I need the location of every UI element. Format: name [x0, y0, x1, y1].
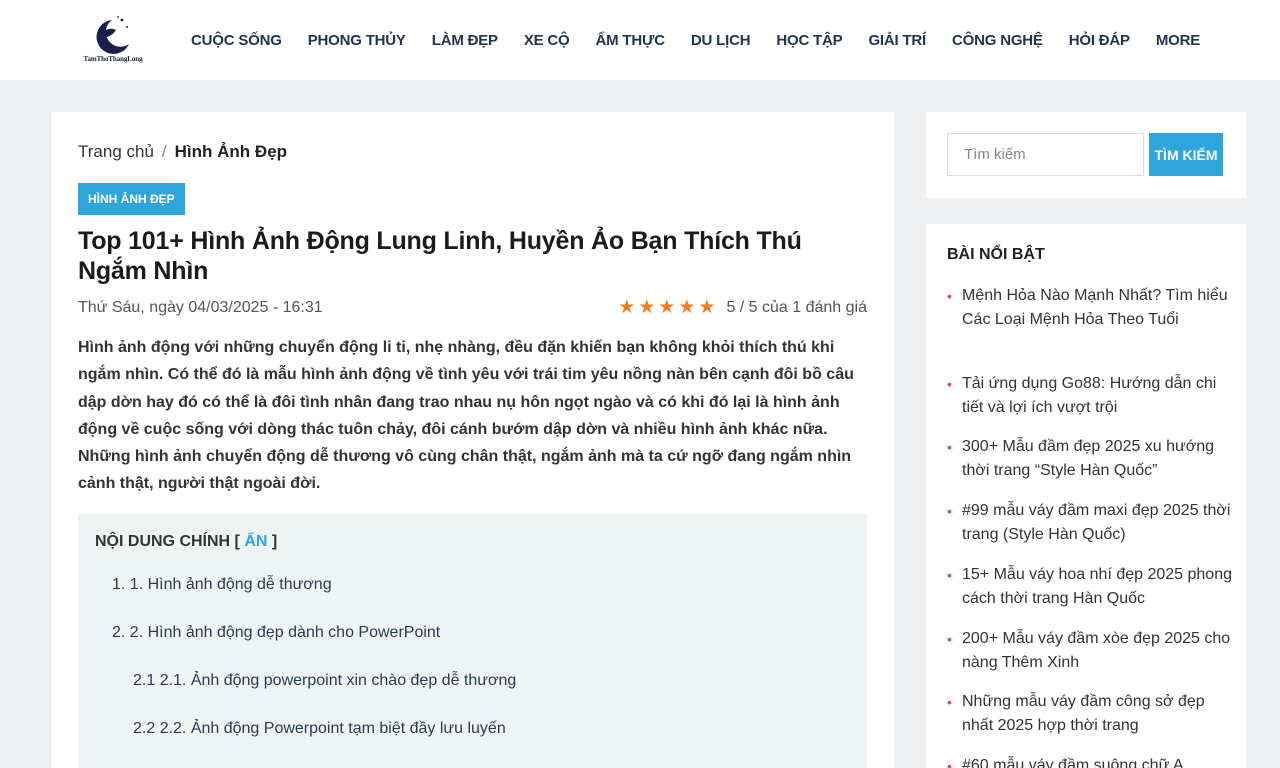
nav-cuoc-song[interactable]: CUỘC SỐNG: [178, 32, 295, 49]
featured-item[interactable]: • 200+ Mẫu váy đầm xòe đẹp 2025 cho nàng …: [947, 627, 1232, 675]
bullet-icon: •: [947, 567, 952, 583]
article-title: Top 101+ Hình Ảnh Động Lung Linh, Huyền …: [78, 227, 802, 285]
site-logo[interactable]: TamThoThangLong: [72, 14, 154, 68]
toc-heading: NỘI DUNG CHÍNH: [95, 533, 231, 550]
featured-item-label[interactable]: Những mẫu váy đầm công sở đẹp nhất 2025 …: [962, 693, 1205, 734]
star-icon[interactable]: ★: [618, 298, 635, 317]
nav-hoc-tap[interactable]: HỌC TẬP: [763, 32, 855, 49]
search-input[interactable]: [947, 133, 1144, 176]
logo-text: TamThoThangLong: [83, 55, 143, 63]
featured-item[interactable]: • Những mẫu váy đầm công sở đẹp nhất 2025…: [947, 690, 1232, 738]
featured-item[interactable]: • #60 mẫu váy đầm suông chữ A: [947, 754, 1232, 768]
bullet-icon: •: [947, 631, 952, 647]
featured-item-label[interactable]: 200+ Mẫu váy đầm xòe đẹp 2025 cho nàng T…: [962, 630, 1230, 671]
article-date: Thứ Sáu, ngày 04/03/2025 - 16:31: [78, 299, 323, 316]
category-badge[interactable]: HÌNH ẢNH ĐẸP: [78, 183, 185, 215]
bullet-icon: •: [947, 503, 952, 519]
breadcrumb-separator: /: [161, 142, 167, 161]
bullet-icon: •: [947, 694, 952, 710]
featured-item-label[interactable]: Mệnh Hỏa Nào Mạnh Nhất? Tìm hiểu Các Loạ…: [962, 287, 1228, 328]
site-header: TamThoThangLong CUỘC SỐNG PHONG THỦY LÀM…: [0, 0, 1280, 80]
featured-item-label[interactable]: #99 mẫu váy đầm maxi đẹp 2025 thời trang…: [962, 502, 1230, 543]
breadcrumb: Trang chủ / Hình Ảnh Đẹp: [78, 142, 287, 162]
featured-item-label[interactable]: #60 mẫu váy đầm suông chữ A: [962, 757, 1184, 768]
article-panel: Trang chủ / Hình Ảnh Đẹp HÌNH ẢNH ĐẸP Top …: [51, 112, 894, 768]
star-icon[interactable]: ★: [658, 298, 675, 317]
featured-item[interactable]: • Mệnh Hỏa Nào Mạnh Nhất? Tìm hiểu Các Lo…: [947, 284, 1232, 332]
search-button[interactable]: TÌM KIẾM: [1149, 133, 1223, 176]
featured-item[interactable]: • 300+ Mẫu đầm đẹp 2025 xu hướng thời tra…: [947, 435, 1232, 483]
breadcrumb-home[interactable]: Trang chủ: [78, 142, 154, 161]
bullet-icon: •: [947, 288, 952, 304]
featured-item-label[interactable]: 300+ Mẫu đầm đẹp 2025 xu hướng thời tran…: [962, 438, 1214, 479]
search-widget: TÌM KIẾM: [926, 112, 1246, 198]
featured-item[interactable]: • Tải ứng dụng Go88: Hướng dẫn chi tiết v…: [947, 372, 1232, 420]
nav-hoi-dap[interactable]: HỎI ĐÁP: [1056, 32, 1143, 49]
bullet-icon: •: [947, 376, 952, 392]
article-lead: Hình ảnh động với những chuyển động li t…: [78, 339, 854, 493]
nav-giai-tri[interactable]: GIẢI TRÍ: [855, 32, 939, 49]
toc-toggle[interactable]: ẨN: [244, 533, 267, 550]
nav-du-lich[interactable]: DU LỊCH: [678, 32, 763, 49]
star-icon[interactable]: ★: [698, 298, 715, 317]
featured-posts-widget: BÀI NỔI BẬT • Mệnh Hỏa Nào Mạnh Nhất? Tìm…: [926, 224, 1246, 768]
featured-title: BÀI NỔI BẬT: [947, 246, 1045, 263]
star-icon[interactable]: ★: [678, 298, 695, 317]
toc-title: NỘI DUNG CHÍNH [ ẨN ]: [95, 533, 278, 550]
featured-item[interactable]: • #99 mẫu váy đầm maxi đẹp 2025 thời tran…: [947, 499, 1232, 547]
bullet-icon: •: [947, 439, 952, 455]
toc-subitem[interactable]: 2.2 2.2. Ảnh động Powerpoint tạm biệt đầ…: [133, 720, 506, 738]
featured-item[interactable]: • 15+ Mẫu váy hoa nhí đẹp 2025 phong cách…: [947, 563, 1232, 611]
bullet-icon: •: [947, 758, 952, 768]
toc-item[interactable]: 2. 2. Hình ảnh động đẹp dành cho PowerPo…: [112, 624, 440, 642]
nav-am-thuc[interactable]: ẨM THỰC: [583, 32, 678, 49]
nav-lam-dep[interactable]: LÀM ĐẸP: [419, 32, 511, 49]
star-icon[interactable]: ★: [638, 298, 655, 317]
nav-phong-thuy[interactable]: PHONG THỦY: [295, 32, 419, 49]
rating-text: 5 / 5 của 1 đánh giá: [726, 299, 867, 316]
moon-logo-icon: [96, 16, 129, 54]
article-rating: ★ ★ ★ ★ ★ 5 / 5 của 1 đánh giá: [618, 298, 867, 317]
nav-cong-nghe[interactable]: CÔNG NGHỆ: [939, 32, 1056, 49]
toc-item[interactable]: 1. 1. Hình ảnh động dễ thương: [112, 576, 332, 594]
nav-more[interactable]: MORE: [1143, 32, 1213, 49]
featured-item-label[interactable]: Tải ứng dụng Go88: Hướng dẫn chi tiết và…: [962, 375, 1216, 416]
table-of-contents: NỘI DUNG CHÍNH [ ẨN ] 1. 1. Hình ảnh độn…: [78, 514, 867, 768]
nav-xe-co[interactable]: XE CỘ: [511, 32, 583, 49]
featured-item-label[interactable]: 15+ Mẫu váy hoa nhí đẹp 2025 phong cách …: [962, 566, 1232, 607]
toc-subitem[interactable]: 2.1 2.1. Ảnh động powerpoint xin chào đẹ…: [133, 672, 516, 690]
breadcrumb-current[interactable]: Hình Ảnh Đẹp: [175, 142, 287, 161]
main-nav: CUỘC SỐNG PHONG THỦY LÀM ĐẸP XE CỘ ẨM TH…: [178, 0, 1213, 80]
